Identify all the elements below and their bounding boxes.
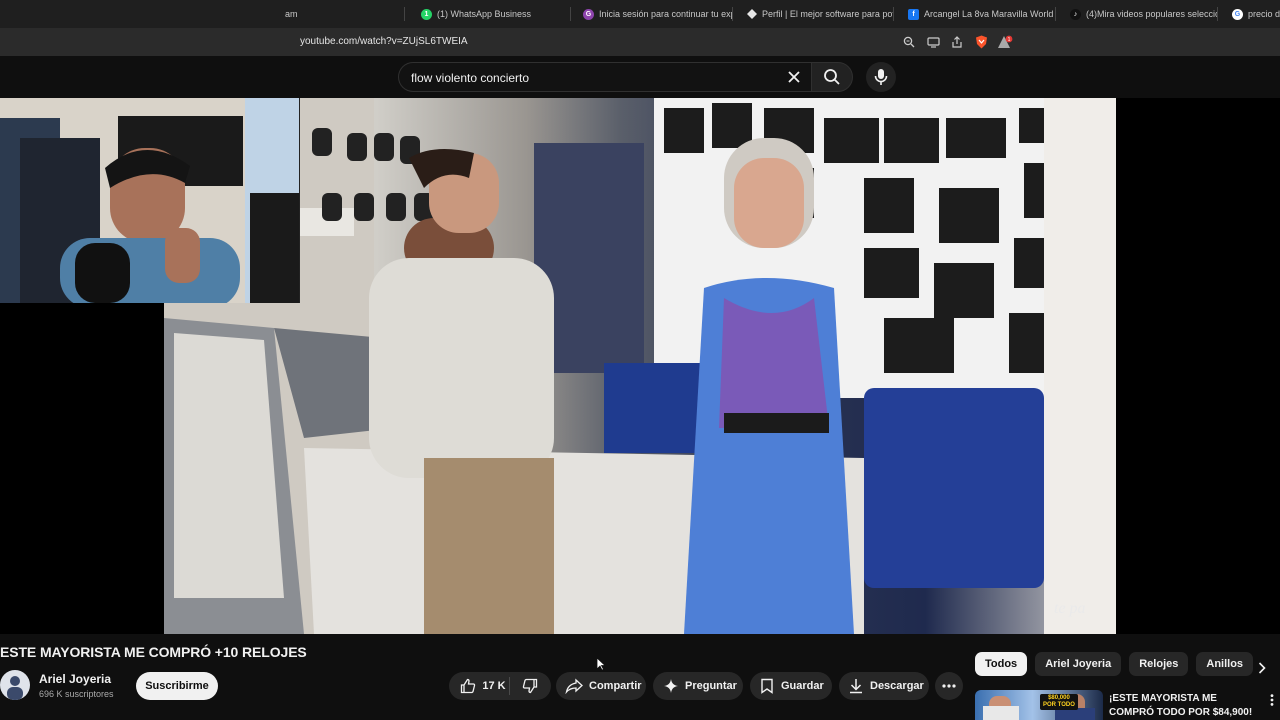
webcam-overlay — [0, 98, 300, 303]
badge-line-1: $80,000 — [1048, 695, 1070, 701]
chip-ariel-joyeria[interactable]: Ariel Joyeria — [1035, 652, 1122, 676]
more-actions-button[interactable] — [935, 672, 963, 700]
browser-tab-4[interactable]: Perfil | El mejor software para pote — [746, 5, 894, 23]
browser-tab-3[interactable]: G Inicia sesión para continuar tu exp — [583, 5, 733, 23]
thumbs-up-icon — [461, 678, 476, 694]
browser-tab-1[interactable]: am — [285, 5, 405, 23]
dislike-button[interactable] — [510, 678, 550, 694]
like-count: 17 K — [482, 680, 506, 692]
recommended-price-badge: $80,000 POR TODO — [1040, 694, 1078, 710]
chip-todos[interactable]: Todos — [975, 652, 1028, 676]
whatsapp-favicon-icon: 1 — [421, 8, 432, 20]
ask-label: Preguntar — [685, 680, 737, 692]
download-icon — [850, 679, 862, 694]
url-field[interactable]: youtube.com/watch?v=ZUjSL6TWEIA — [300, 36, 468, 47]
more-horizontal-icon — [942, 684, 956, 688]
share-icon[interactable] — [948, 33, 966, 51]
tab-label: am — [285, 9, 298, 19]
address-bar: youtube.com/watch?v=ZUjSL6TWEIA 1 — [0, 28, 1280, 56]
chip-relojes[interactable]: Relojes — [1129, 652, 1189, 676]
bookmark-icon — [761, 678, 773, 694]
save-label: Guardar — [781, 680, 824, 692]
filter-chips: Todos Ariel Joyeria Relojes Anillos — [975, 652, 1254, 676]
recommended-thumbnail[interactable] — [975, 690, 1103, 720]
tab-label: Arcangel La 8va Maravilla World T — [924, 9, 1056, 19]
chevron-right-icon — [1258, 662, 1266, 674]
google-favicon-icon: G — [1232, 8, 1243, 20]
voice-search-button[interactable] — [866, 62, 896, 92]
video-title: ESTE MAYORISTA ME COMPRÓ +10 RELOJES — [0, 644, 307, 660]
browser-tab-6[interactable]: ♪ (4)Mira videos populares seleccion — [1070, 5, 1218, 23]
tab-label: precio de — [1248, 9, 1280, 19]
search-input[interactable] — [411, 69, 771, 87]
close-icon — [788, 71, 800, 83]
mouse-cursor — [596, 657, 607, 676]
cursor-arrow-icon — [596, 657, 607, 671]
badge-line-2: POR TODO — [1043, 702, 1075, 708]
cast-icon[interactable] — [924, 33, 942, 51]
search-button[interactable] — [811, 62, 853, 92]
chip-anillos[interactable]: Anillos — [1196, 652, 1254, 676]
ask-button[interactable]: Preguntar — [653, 672, 743, 700]
video-player[interactable]: te pa — [0, 98, 1280, 634]
chips-next-button[interactable] — [1250, 656, 1274, 680]
channel-avatar[interactable] — [0, 670, 30, 700]
video-frame: te pa — [164, 98, 1116, 634]
zoom-icon[interactable] — [900, 33, 918, 51]
sparkle-icon — [664, 679, 678, 693]
tab-label: Perfil | El mejor software para pote — [762, 9, 894, 19]
diamond-favicon-icon — [746, 9, 757, 20]
download-label: Descargar — [870, 680, 924, 692]
brave-shield-icon[interactable] — [972, 33, 990, 51]
share-button[interactable]: Compartir — [556, 672, 646, 700]
browser-tab-5[interactable]: f Arcangel La 8va Maravilla World T — [908, 5, 1056, 23]
search-icon — [824, 69, 840, 85]
share-label: Compartir — [589, 680, 642, 692]
browser-tab-strip: am 1 (1) WhatsApp Business G Inicia sesi… — [0, 0, 1280, 28]
brave-rewards-icon[interactable]: 1 — [996, 33, 1014, 51]
save-button[interactable]: Guardar — [750, 672, 832, 700]
channel-name[interactable]: Ariel Joyeria — [39, 672, 111, 686]
recommended-title[interactable]: ¡ESTE MAYORISTA ME COMPRÓ TODO POR $84,9… — [1109, 692, 1259, 720]
recommended-menu-button[interactable] — [1266, 692, 1278, 708]
clear-search-button[interactable] — [783, 66, 805, 88]
microphone-icon — [874, 69, 888, 85]
download-button[interactable]: Descargar — [839, 672, 929, 700]
share-arrow-icon — [565, 678, 583, 694]
poster-watermark-text: te pa — [1054, 600, 1086, 617]
subscribe-button[interactable]: Suscribirme — [136, 672, 218, 700]
svg-text:1: 1 — [1008, 37, 1011, 43]
search-box — [398, 62, 811, 92]
tab-label: (1) WhatsApp Business — [437, 9, 532, 19]
thumbs-down-icon — [522, 678, 538, 694]
google-favicon-icon: G — [583, 8, 594, 20]
browser-tab-7[interactable]: G precio de — [1232, 5, 1280, 23]
video-scene: te pa — [164, 98, 1116, 634]
tab-label: Inicia sesión para continuar tu exp — [599, 9, 733, 19]
webcam-scene — [0, 98, 299, 303]
like-button[interactable]: 17 K — [449, 678, 509, 694]
tiktok-favicon-icon: ♪ — [1070, 8, 1081, 20]
more-vertical-icon — [1270, 694, 1274, 706]
browser-tab-2[interactable]: 1 (1) WhatsApp Business — [421, 5, 571, 23]
facebook-favicon-icon: f — [908, 8, 919, 20]
tab-label: (4)Mira videos populares seleccion — [1086, 9, 1218, 19]
youtube-header — [0, 56, 1280, 98]
like-dislike-group: 17 K — [449, 672, 551, 700]
subscriber-count: 696 K suscriptores — [39, 689, 114, 699]
